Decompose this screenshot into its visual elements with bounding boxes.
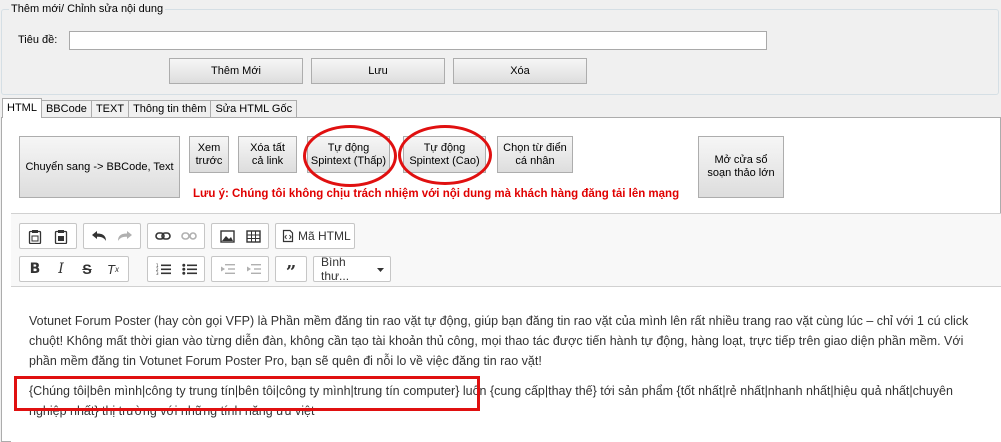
spintext-high-label-line2: Spintext (Cao) bbox=[409, 154, 480, 167]
save-button[interactable]: Lưu bbox=[311, 58, 445, 84]
spintext-low-label-line2: Spintext (Thấp) bbox=[310, 154, 387, 167]
open-big-editor-button[interactable]: Mở cửa sổ soạn thảo lớn bbox=[698, 136, 784, 198]
disclaimer-warning: Lưu ý: Chúng tôi không chịu trách nhiệm … bbox=[193, 188, 680, 200]
basic-style-group: B I S Tx bbox=[19, 256, 129, 282]
big-editor-label-line1: Mở cửa sổ bbox=[714, 154, 768, 166]
numbered-list-icon[interactable]: 123 bbox=[150, 258, 176, 280]
tab-edit-source-html[interactable]: Sửa HTML Gốc bbox=[210, 100, 298, 118]
content-paragraph-1: Votunet Forum Poster (hay còn gọi VFP) l… bbox=[29, 314, 969, 368]
remove-format-icon[interactable]: Tx bbox=[100, 258, 126, 280]
bulleted-list-icon[interactable] bbox=[176, 258, 202, 280]
tab-html[interactable]: HTML bbox=[2, 98, 42, 118]
list-group: 123 bbox=[147, 256, 205, 282]
format-dropdown[interactable]: Bình thư... bbox=[313, 255, 391, 283]
tab-strip: HTML BBCode TEXT Thông tin thêm Sửa HTML… bbox=[2, 98, 298, 118]
clipboard-group bbox=[19, 223, 77, 249]
italic-icon[interactable]: I bbox=[48, 258, 74, 280]
editor-toolbar: Mã HTML B I S Tx 123 ” Bình thư... bbox=[11, 213, 1001, 287]
link-icon[interactable] bbox=[150, 225, 176, 247]
personal-dictionary-button[interactable]: Chọn từ điển cá nhân bbox=[497, 136, 573, 173]
source-group: Mã HTML bbox=[275, 223, 355, 249]
big-editor-label-line2: soạn thảo lớn bbox=[707, 167, 775, 179]
spintext-high-label-line1: Tự động bbox=[423, 141, 466, 154]
groupbox-title: Thêm mới/ Chỉnh sửa nội dung bbox=[9, 3, 166, 15]
source-icon[interactable] bbox=[278, 225, 298, 247]
tab-bbcode[interactable]: BBCode bbox=[40, 100, 92, 118]
preview-label-line2: trước bbox=[195, 154, 223, 167]
content-paragraph-2: {Chúng tôi|bên mình|công ty trung tín|bê… bbox=[29, 384, 953, 418]
paste-text-icon[interactable] bbox=[48, 225, 74, 247]
remove-links-label-line2: cả link bbox=[251, 154, 284, 167]
dictionary-label-line1: Chọn từ điển bbox=[503, 141, 567, 154]
convert-button[interactable]: Chuyển sang -> BBCode, Text bbox=[19, 136, 180, 198]
paste-icon[interactable] bbox=[22, 225, 48, 247]
block-group: ” bbox=[275, 256, 307, 283]
title-input[interactable] bbox=[69, 31, 767, 50]
outdent-icon[interactable] bbox=[214, 258, 240, 280]
add-new-button[interactable]: Thêm Mới bbox=[169, 58, 303, 84]
link-group bbox=[147, 223, 205, 249]
image-icon[interactable] bbox=[214, 225, 240, 247]
undo-icon[interactable] bbox=[86, 225, 112, 247]
title-label: Tiêu đề: bbox=[18, 34, 58, 46]
format-dropdown-label: Bình thư... bbox=[321, 255, 350, 283]
bold-icon[interactable]: B bbox=[22, 258, 48, 280]
preview-button[interactable]: Xem trước bbox=[189, 136, 229, 173]
unlink-icon[interactable] bbox=[176, 225, 202, 247]
redo-icon[interactable] bbox=[112, 225, 138, 247]
insert-group bbox=[211, 223, 269, 249]
preview-label-line1: Xem bbox=[197, 141, 221, 154]
delete-button[interactable]: Xóa bbox=[453, 58, 587, 84]
tab-text[interactable]: TEXT bbox=[90, 100, 130, 118]
strikethrough-icon[interactable]: S bbox=[74, 258, 100, 280]
indent-icon[interactable] bbox=[240, 258, 266, 280]
blockquote-icon[interactable]: ” bbox=[278, 258, 304, 283]
svg-text:3: 3 bbox=[156, 271, 159, 275]
table-icon[interactable] bbox=[240, 225, 266, 247]
history-group bbox=[83, 223, 141, 249]
remove-links-label-line1: Xóa tất bbox=[250, 141, 285, 154]
spintext-low-button[interactable]: Tự động Spintext (Thấp) bbox=[307, 136, 390, 173]
remove-links-button[interactable]: Xóa tất cả link bbox=[238, 136, 297, 173]
dropdown-arrow-icon bbox=[377, 263, 384, 275]
spintext-low-label-line1: Tự động bbox=[327, 141, 370, 154]
tab-more-info[interactable]: Thông tin thêm bbox=[128, 100, 212, 118]
source-label[interactable]: Mã HTML bbox=[298, 229, 351, 243]
dictionary-label-line2: cá nhân bbox=[515, 154, 555, 167]
spintext-high-button[interactable]: Tự động Spintext (Cao) bbox=[403, 136, 486, 173]
indent-group bbox=[211, 256, 269, 282]
